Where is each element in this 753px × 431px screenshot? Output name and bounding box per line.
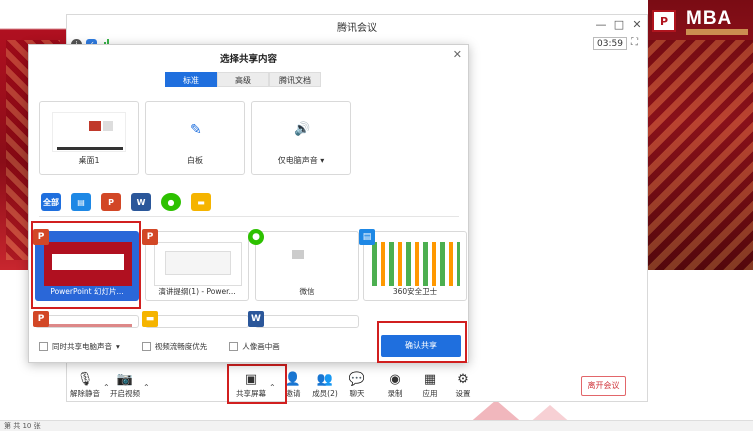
window-tile-word[interactable] bbox=[255, 315, 359, 328]
confirm-share-highlight bbox=[377, 321, 467, 363]
window-tile-wechat[interactable]: 微信 bbox=[255, 231, 359, 301]
share-audio-label: 同时共享电脑声音 bbox=[52, 342, 112, 351]
window-label: 微信 bbox=[299, 287, 315, 296]
pen-icon: ✎ bbox=[190, 122, 202, 138]
category-filter-row: 全部 ▤ P W ● ▬ bbox=[41, 193, 211, 211]
share-audio-option[interactable]: 同时共享电脑声音 ▾ bbox=[39, 341, 120, 352]
portrait-pip-option[interactable]: 人像画中画 bbox=[229, 341, 280, 352]
desktop-label: 桌面1 bbox=[78, 156, 100, 165]
screen-app-icon: ▤ bbox=[359, 229, 375, 245]
minimize-icon[interactable]: — bbox=[593, 17, 609, 33]
window-tile-ppt-3[interactable] bbox=[35, 315, 139, 328]
folder-icon[interactable]: ▬ bbox=[191, 193, 211, 211]
share-screen-highlight bbox=[227, 364, 287, 404]
apps-label: 应用 bbox=[422, 389, 438, 398]
settings-button[interactable]: ⚙ 设置 bbox=[443, 371, 483, 399]
chat-label: 聊天 bbox=[349, 389, 365, 398]
tab-standard[interactable]: 标准 bbox=[165, 72, 217, 87]
fullscreen-icon[interactable]: ⛶ bbox=[631, 37, 638, 48]
brand-logo-underline bbox=[686, 29, 748, 35]
powerpoint-icon: P bbox=[33, 311, 49, 327]
leave-meeting-button[interactable]: 离开会议 bbox=[581, 376, 626, 396]
mic-muted-icon: 🎙 bbox=[76, 371, 94, 387]
category-all[interactable]: 全部 bbox=[41, 193, 61, 211]
invite-label: 邀请 bbox=[285, 389, 301, 398]
window-tile-folder[interactable] bbox=[145, 315, 249, 328]
meeting-title: 腾讯会议 bbox=[337, 23, 377, 34]
close-icon[interactable]: ✕ bbox=[453, 48, 462, 61]
unmute-label: 解除静音 bbox=[70, 389, 100, 398]
tab-tencent-docs[interactable]: 腾讯文档 bbox=[269, 72, 321, 87]
start-video-button[interactable]: 📷 开启视频 bbox=[105, 371, 145, 399]
close-icon[interactable]: ✕ bbox=[629, 17, 645, 33]
computer-audio-label: 仅电脑声音 ▾ bbox=[277, 156, 325, 165]
slide-right-decoration bbox=[648, 0, 753, 270]
brand-logo-text: MBA bbox=[686, 8, 733, 29]
powerpoint-icon[interactable]: P bbox=[101, 193, 121, 211]
wechat-icon[interactable]: ● bbox=[161, 193, 181, 211]
share-options-row: 同时共享电脑声音 ▾ 视频流畅度优先 人像画中画 bbox=[39, 341, 296, 352]
window-thumbnail bbox=[44, 324, 132, 327]
video-options-caret[interactable]: ⌃ bbox=[143, 383, 150, 392]
powerpoint-icon: P bbox=[33, 229, 49, 245]
word-icon: W bbox=[248, 311, 264, 327]
unmute-button[interactable]: 🎙 解除静音 bbox=[65, 371, 105, 399]
share-tabs: 标准 高级 腾讯文档 bbox=[165, 72, 321, 87]
video-smooth-label: 视频流畅度优先 bbox=[154, 342, 208, 351]
divider bbox=[39, 216, 459, 217]
chat-icon: 💬 bbox=[348, 371, 366, 387]
portrait-pip-label: 人像画中画 bbox=[242, 342, 280, 351]
meeting-timer: 03:59 bbox=[593, 37, 627, 50]
whiteboard-label: 白板 bbox=[187, 156, 203, 165]
video-smooth-checkbox[interactable] bbox=[141, 342, 151, 351]
meeting-toolbar: 🎙 解除静音 ⌃ 📷 开启视频 ⌃ ▣ 共享屏幕 ⌃ 👤 邀请 👥 成员(2) … bbox=[67, 371, 647, 403]
members-label: 成员(2) bbox=[312, 389, 338, 398]
brand-logo-icon: P bbox=[652, 10, 676, 32]
video-smooth-option[interactable]: 视频流畅度优先 bbox=[141, 341, 208, 352]
share-audio-checkbox[interactable] bbox=[39, 342, 48, 351]
share-content-dialog: 选择共享内容 ✕ 标准 高级 腾讯文档 桌面1 ✎ 白板 🔊 仅电脑声音 ▾ 全… bbox=[28, 44, 469, 363]
record-icon: ◉ bbox=[389, 371, 401, 387]
window-label: 演讲提纲(1) - Power... bbox=[158, 287, 236, 296]
screen-app-icon[interactable]: ▤ bbox=[71, 193, 91, 211]
speaker-icon: 🔊 bbox=[294, 122, 311, 137]
maximize-icon[interactable]: □ bbox=[611, 17, 627, 33]
computer-audio-tile[interactable]: 🔊 仅电脑声音 ▾ bbox=[251, 101, 351, 175]
word-icon[interactable]: W bbox=[131, 193, 151, 211]
folder-icon: ▬ bbox=[142, 311, 158, 327]
window-tile-360[interactable]: 360安全卫士 bbox=[363, 231, 467, 301]
record-button[interactable]: ◉ 录制 bbox=[375, 371, 415, 399]
dialog-title: 选择共享内容 bbox=[219, 54, 277, 65]
whiteboard-tile[interactable]: ✎ 白板 bbox=[145, 101, 245, 175]
window-thumbnail bbox=[372, 242, 460, 286]
powerpoint-icon: P bbox=[142, 229, 158, 245]
desktop-tile[interactable]: 桌面1 bbox=[39, 101, 139, 175]
status-bar: 第 共 10 张 bbox=[0, 420, 753, 431]
tab-advanced[interactable]: 高级 bbox=[217, 72, 269, 87]
window-thumbnail bbox=[154, 242, 242, 286]
desktop-icon bbox=[52, 112, 126, 152]
chat-button[interactable]: 💬 聊天 bbox=[337, 371, 377, 399]
settings-label: 设置 bbox=[455, 389, 471, 398]
camera-off-icon: 📷 bbox=[116, 371, 134, 387]
record-label: 录制 bbox=[387, 389, 403, 398]
invite-icon: 👤 bbox=[284, 371, 302, 387]
window-tile-ppt-outline[interactable]: 演讲提纲(1) - Power... bbox=[145, 231, 249, 301]
start-video-label: 开启视频 bbox=[110, 389, 140, 398]
wechat-icon: ● bbox=[248, 229, 264, 245]
chevron-down-icon[interactable]: ▾ bbox=[116, 342, 120, 351]
apps-icon: ▦ bbox=[423, 371, 437, 387]
chevron-down-icon[interactable]: ▾ bbox=[320, 156, 324, 165]
gear-icon: ⚙ bbox=[457, 371, 469, 387]
members-icon: 👥 bbox=[316, 371, 334, 387]
window-label: 360安全卫士 bbox=[392, 287, 438, 296]
portrait-pip-checkbox[interactable] bbox=[229, 342, 239, 351]
window-thumbnail bbox=[292, 250, 304, 259]
